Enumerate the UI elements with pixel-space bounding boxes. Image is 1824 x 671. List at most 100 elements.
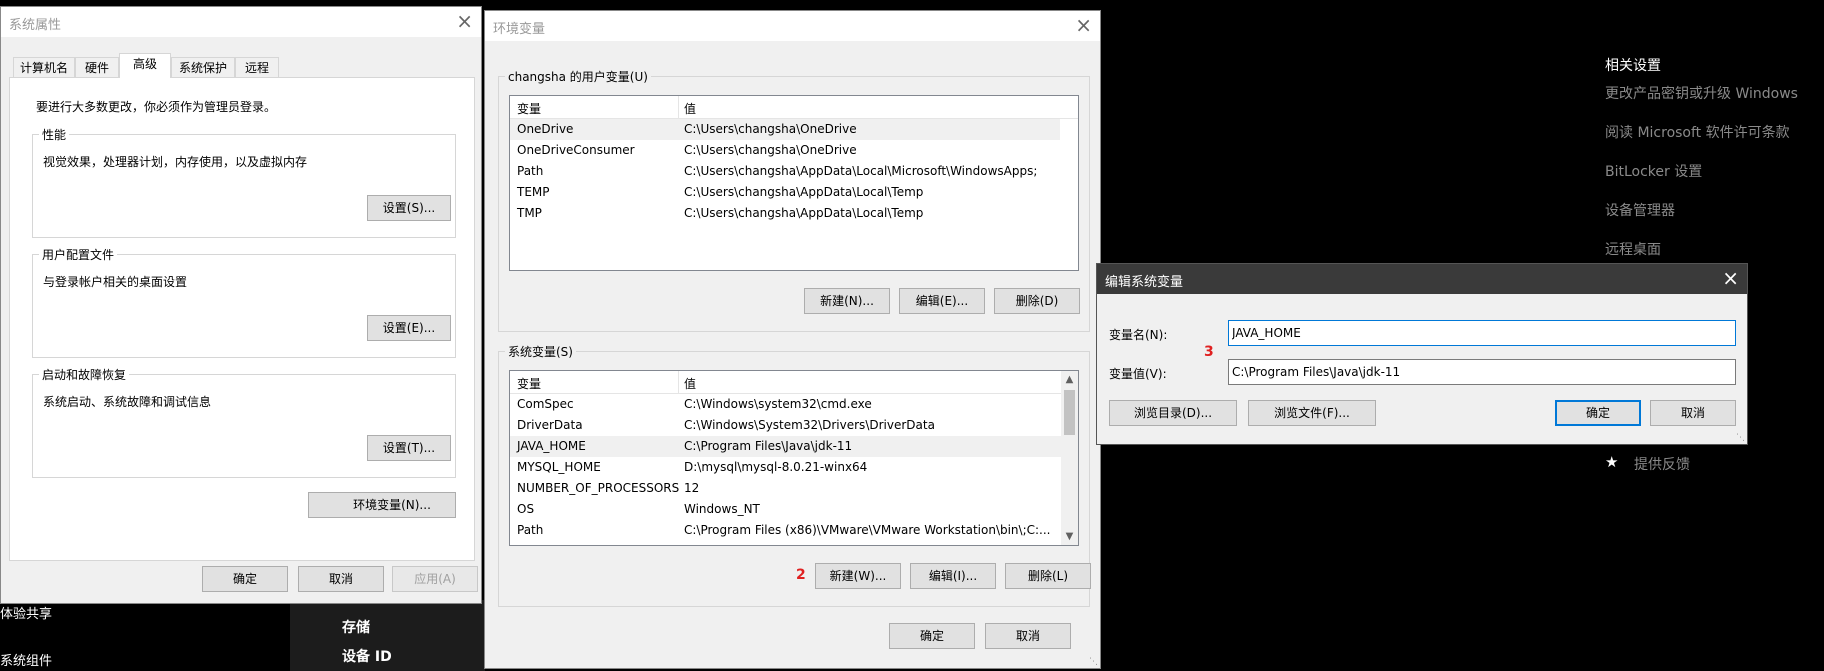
resize-grip-icon[interactable]: ⋱ (1736, 433, 1745, 443)
environment-variables-button[interactable]: 环境变量(N)... (308, 492, 456, 518)
table-row[interactable]: Path C:\Program Files (x86)\VMware\VMwar… (510, 520, 1063, 541)
column-divider[interactable] (678, 96, 679, 118)
link-remote-desktop[interactable]: 远程桌面 (1605, 239, 1661, 259)
close-icon[interactable]: × (456, 9, 473, 33)
var-name: JAVA_HOME (517, 439, 586, 453)
group-label: changsha 的用户变量(U) (505, 68, 651, 85)
link-change-product-key[interactable]: 更改产品密钥或升级 Windows (1605, 83, 1798, 103)
system-variables-group: 系统变量(S) 变量 值 ComSpec C:\Windows\system32… (498, 343, 1091, 607)
table-row[interactable]: TMP C:\Users\changsha\AppData\Local\Temp (510, 203, 1060, 224)
var-name: OneDriveConsumer (517, 143, 635, 157)
ok-button[interactable]: 确定 (202, 566, 288, 592)
user-variables-list[interactable]: 变量 值 OneDrive C:\Users\changsha\OneDrive… (509, 95, 1079, 271)
performance-group: 性能 视觉效果，处理器计划，内存使用，以及虚拟内存 设置(S)... (32, 126, 456, 238)
table-row[interactable]: OneDrive C:\Users\changsha\OneDrive (510, 119, 1060, 140)
tab-remote[interactable]: 远程 (235, 57, 279, 77)
user-delete-button[interactable]: 删除(D) (994, 288, 1080, 314)
apply-button[interactable]: 应用(A) (392, 566, 478, 592)
list-header: 变量 值 (510, 96, 1078, 119)
vertical-scrollbar[interactable]: ▲ ▼ (1061, 371, 1078, 545)
step-marker-2: 2 (796, 567, 806, 583)
startup-settings-button[interactable]: 设置(T)... (367, 435, 451, 461)
var-name: Path (517, 523, 544, 537)
table-row[interactable]: MYSQL_HOME D:\mysql\mysql-8.0.21-winx64 (510, 457, 1063, 478)
browse-file-button[interactable]: 浏览文件(F)... (1248, 400, 1376, 426)
tab-computer-name[interactable]: 计算机名 (13, 57, 75, 77)
user-new-button[interactable]: 新建(N)... (804, 288, 890, 314)
link-license-terms[interactable]: 阅读 Microsoft 软件许可条款 (1605, 122, 1790, 142)
system-edit-button[interactable]: 编辑(I)... (910, 563, 996, 589)
table-row[interactable]: Path C:\Users\changsha\AppData\Local\Mic… (510, 161, 1060, 182)
table-row[interactable]: OS Windows_NT (510, 499, 1063, 520)
link-device-manager[interactable]: 设备管理器 (1605, 200, 1675, 220)
window-title: 编辑系统变量 (1105, 275, 1184, 290)
ok-button[interactable]: 确定 (1555, 400, 1641, 426)
group-label: 系统变量(S) (505, 343, 576, 360)
var-value: C:\Users\changsha\AppData\Local\Temp (684, 185, 924, 199)
bg-item-system-components[interactable]: 系统组件 (0, 650, 52, 669)
table-row[interactable]: OneDriveConsumer C:\Users\changsha\OneDr… (510, 140, 1060, 161)
table-row[interactable]: ComSpec C:\Windows\system32\cmd.exe (510, 394, 1063, 415)
link-bitlocker[interactable]: BitLocker 设置 (1605, 161, 1702, 181)
performance-settings-button[interactable]: 设置(S)... (367, 195, 451, 221)
performance-desc: 视觉效果，处理器计划，内存使用，以及虚拟内存 (43, 155, 308, 169)
var-value: C:\Windows\System32\Drivers\DriverData (684, 418, 935, 432)
system-variables-list[interactable]: 变量 值 ComSpec C:\Windows\system32\cmd.exe… (509, 370, 1079, 546)
user-variables-group: changsha 的用户变量(U) 变量 值 OneDrive C:\Users… (498, 68, 1090, 332)
variable-value-input[interactable] (1228, 359, 1736, 385)
edit-system-variable-dialog: 编辑系统变量 × 变量名(N): 3 变量值(V): 浏览目录(D)... 浏览… (1096, 263, 1748, 445)
var-value: Windows_NT (684, 502, 760, 516)
user-edit-button[interactable]: 编辑(E)... (899, 288, 985, 314)
var-name: ComSpec (517, 397, 574, 411)
browse-directory-button[interactable]: 浏览目录(D)... (1109, 400, 1237, 426)
system-delete-button[interactable]: 删除(L) (1005, 563, 1091, 589)
table-row[interactable]: TEMP C:\Users\changsha\AppData\Local\Tem… (510, 182, 1060, 203)
link-feedback[interactable]: 提供反馈 (1634, 454, 1690, 474)
env-titlebar[interactable]: 环境变量 × (485, 11, 1100, 41)
startup-group: 启动和故障恢复 系统启动、系统故障和调试信息 设置(T)... (32, 366, 456, 478)
bg-item-device-id: 设备 ID (342, 649, 392, 665)
var-value: D:\mysql\mysql-8.0.21-winx64 (684, 460, 868, 474)
startup-desc: 系统启动、系统故障和调试信息 (43, 395, 212, 409)
column-divider[interactable] (678, 371, 679, 393)
profile-group: 用户配置文件 与登录帐户相关的桌面设置 设置(E)... (32, 246, 456, 358)
system-new-button[interactable]: 新建(W)... (815, 563, 901, 589)
profile-settings-button[interactable]: 设置(E)... (367, 315, 451, 341)
system-properties-titlebar[interactable]: 系统属性 × (1, 7, 481, 37)
column-header-variable[interactable]: 变量 (517, 375, 541, 392)
tab-hardware[interactable]: 硬件 (75, 57, 119, 77)
close-icon[interactable]: × (1075, 13, 1092, 37)
scroll-thumb[interactable] (1064, 390, 1075, 435)
var-name: Path (517, 164, 544, 178)
table-row[interactable]: NUMBER_OF_PROCESSORS 12 (510, 478, 1063, 499)
group-label: 用户配置文件 (39, 246, 118, 263)
var-value: C:\Users\changsha\AppData\Local\Microsof… (684, 164, 1038, 178)
var-value: C:\Program Files (x86)\VMware\VMware Wor… (684, 523, 1051, 537)
step-marker-3: 3 (1204, 344, 1214, 360)
var-name: MYSQL_HOME (517, 460, 601, 474)
edit-titlebar[interactable]: 编辑系统变量 × (1097, 264, 1747, 294)
tab-system-protection[interactable]: 系统保护 (171, 57, 235, 77)
table-row[interactable]: DriverData C:\Windows\System32\Drivers\D… (510, 415, 1063, 436)
column-header-variable[interactable]: 变量 (517, 100, 541, 117)
window-title: 环境变量 (493, 22, 546, 37)
ok-button[interactable]: 确定 (889, 623, 975, 649)
column-header-value[interactable]: 值 (684, 100, 696, 117)
group-label: 启动和故障恢复 (39, 366, 130, 383)
close-icon[interactable]: × (1722, 266, 1739, 290)
variable-name-input[interactable] (1228, 320, 1736, 346)
tab-advanced[interactable]: 高级 (119, 53, 171, 78)
bg-item-experience-share[interactable]: 体验共享 (0, 603, 52, 622)
var-name: NUMBER_OF_PROCESSORS (517, 481, 680, 495)
cancel-button[interactable]: 取消 (1650, 400, 1736, 426)
table-row[interactable]: JAVA_HOME C:\Program Files\Java\jdk-11 (510, 436, 1063, 457)
window-title: 系统属性 (9, 18, 62, 33)
cancel-button[interactable]: 取消 (985, 623, 1071, 649)
scroll-up-icon[interactable]: ▲ (1061, 371, 1078, 388)
advanced-tab-panel: 要进行大多数更改，你必须作为管理员登录。 性能 视觉效果，处理器计划，内存使用，… (9, 77, 475, 561)
scroll-down-icon[interactable]: ▼ (1061, 528, 1078, 545)
list-header: 变量 值 (510, 371, 1061, 394)
cancel-button[interactable]: 取消 (298, 566, 384, 592)
column-header-value[interactable]: 值 (684, 375, 696, 392)
resize-grip-icon[interactable]: ⋱ (1089, 657, 1098, 667)
